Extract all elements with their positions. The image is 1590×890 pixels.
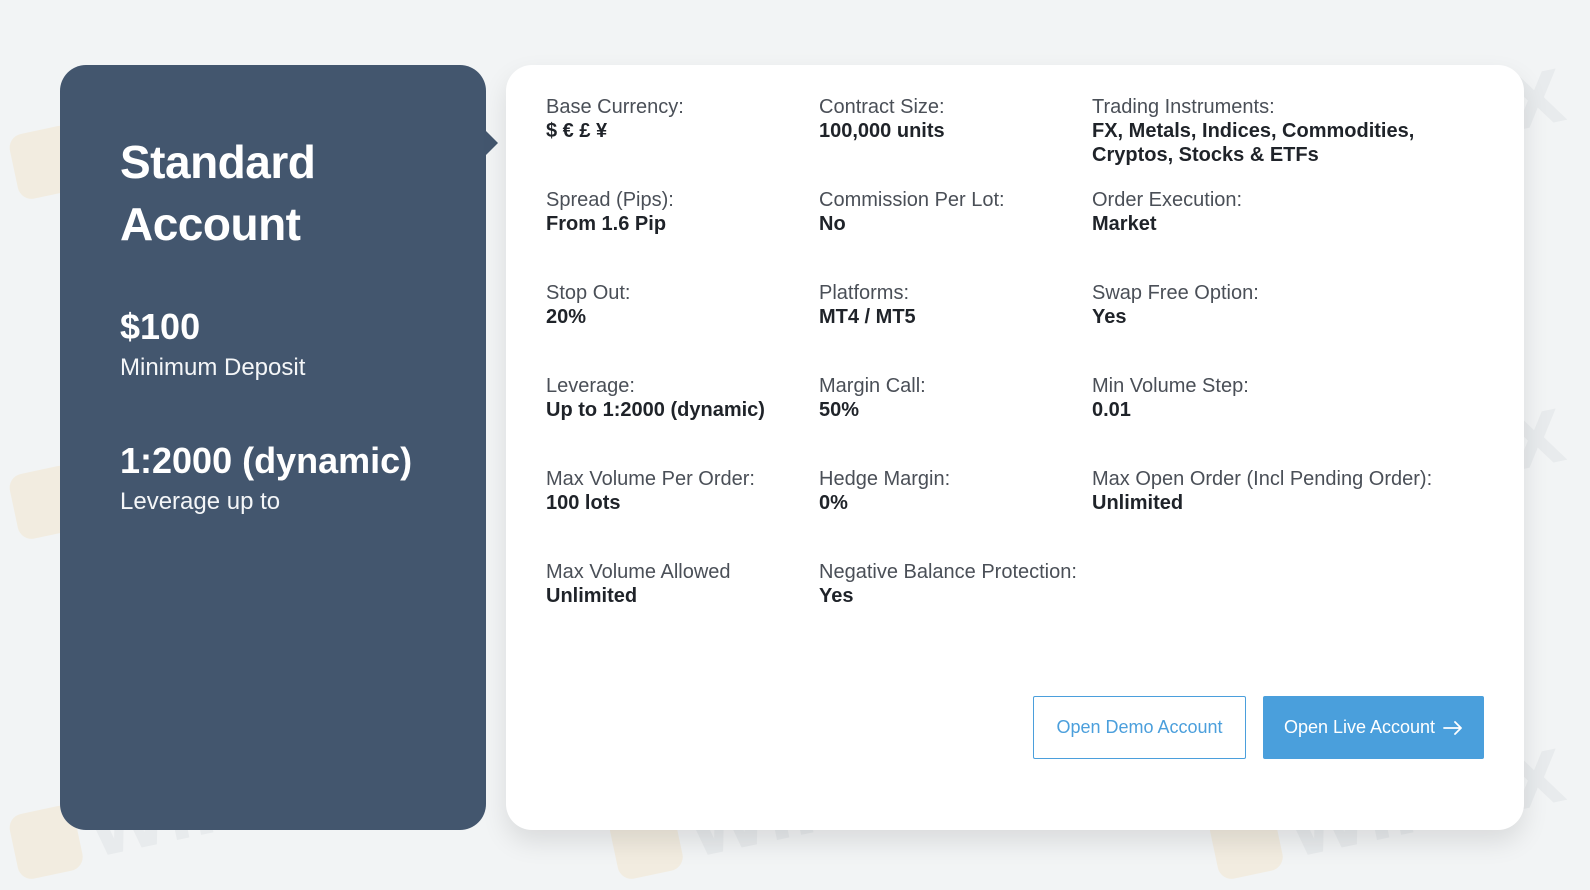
leverage-value: 1:2000 (dynamic) — [120, 440, 413, 481]
spec-label: Platforms: — [819, 282, 910, 304]
open-demo-account-label: Open Demo Account — [1056, 717, 1223, 737]
panel-pointer — [486, 131, 498, 155]
spec-value: Yes — [819, 585, 854, 607]
spec-leverage: Leverage: Up to 1:2000 (dynamic) — [546, 374, 819, 467]
spec-label: Trading Instruments: — [1092, 96, 1275, 118]
spec-label: Max Volume Per Order: — [546, 468, 755, 490]
specs-grid: Base Currency: $ € £ ¥ Contract Size: 10… — [546, 95, 1486, 653]
spec-order-execution: Order Execution: Market — [1092, 188, 1486, 281]
spec-value: 0.01 — [1092, 399, 1131, 421]
spec-hedge-margin: Hedge Margin: 0% — [819, 467, 1092, 560]
spec-label: Leverage: — [546, 375, 635, 397]
open-demo-account-button[interactable]: Open Demo Account — [1033, 696, 1246, 759]
spec-label: Stop Out: — [546, 282, 631, 304]
spec-label: Order Execution: — [1092, 189, 1243, 211]
arrow-right-icon — [1443, 720, 1462, 735]
account-actions: Open Demo Account Open Live Account — [1033, 696, 1484, 759]
spec-label: Min Volume Step: — [1092, 375, 1249, 397]
spec-value: No — [819, 213, 846, 235]
spec-contract-size: Contract Size: 100,000 units — [819, 95, 1092, 188]
spec-label: Base Currency: — [546, 96, 684, 118]
spec-value: 0% — [819, 492, 848, 514]
spec-max-volume-per-order: Max Volume Per Order: 100 lots — [546, 467, 819, 560]
spec-label: Spread (Pips): — [546, 189, 674, 211]
spec-value: Up to 1:2000 (dynamic) — [546, 399, 765, 421]
spec-base-currency: Base Currency: $ € £ ¥ — [546, 95, 819, 188]
spec-value: 100,000 units — [819, 120, 945, 142]
leverage-label: Leverage up to — [120, 488, 281, 515]
open-live-account-label: Open Live Account — [1283, 717, 1436, 737]
spec-platforms: Platforms: MT4 / MT5 — [819, 281, 1092, 374]
spec-value: FX, Metals, Indices, Commodities, Crypto… — [1092, 120, 1415, 166]
account-summary-panel: Standard Account $100 Minimum Deposit 1:… — [60, 65, 498, 830]
spec-label: Margin Call: — [819, 375, 926, 397]
spec-label: Max Volume Allowed — [546, 561, 731, 583]
spec-label: Contract Size: — [819, 96, 945, 118]
spec-label: Commission Per Lot: — [819, 189, 1005, 211]
spec-commission: Commission Per Lot: No — [819, 188, 1092, 281]
account-specs-card: Base Currency: $ € £ ¥ Contract Size: 10… — [506, 65, 1524, 830]
spec-swap-free: Swap Free Option: Yes — [1092, 281, 1486, 374]
spec-label: Max Open Order (Incl Pending Order): — [1092, 468, 1433, 490]
spec-value: From 1.6 Pip — [546, 213, 667, 235]
spec-spread: Spread (Pips): From 1.6 Pip — [546, 188, 819, 281]
spec-value: Market — [1092, 213, 1157, 235]
spec-value: 50% — [819, 399, 860, 421]
spec-label: Negative Balance Protection: — [819, 561, 1077, 583]
spec-label: Hedge Margin: — [819, 468, 951, 490]
spec-value: Unlimited — [1092, 492, 1184, 514]
spec-trading-instruments: Trading Instruments: FX, Metals, Indices… — [1092, 95, 1486, 188]
spec-value: $ € £ ¥ — [546, 120, 608, 142]
spec-value: 100 lots — [546, 492, 621, 514]
spec-value: Unlimited — [546, 585, 638, 607]
spec-stop-out: Stop Out: 20% — [546, 281, 819, 374]
spec-negative-balance-protection: Negative Balance Protection: Yes — [819, 560, 1092, 653]
spec-label: Swap Free Option: — [1092, 282, 1259, 304]
open-live-account-button[interactable]: Open Live Account — [1263, 696, 1484, 759]
spec-value: 20% — [546, 306, 587, 328]
spec-min-volume-step: Min Volume Step: 0.01 — [1092, 374, 1486, 467]
spec-value: MT4 / MT5 — [819, 306, 916, 328]
spec-margin-call: Margin Call: 50% — [819, 374, 1092, 467]
spec-max-open-order: Max Open Order (Incl Pending Order): Unl… — [1092, 467, 1486, 560]
account-title: Standard Account — [120, 136, 316, 250]
minimum-deposit-label: Minimum Deposit — [120, 354, 306, 381]
spec-value: Yes — [1092, 306, 1127, 328]
minimum-deposit-value: $100 — [120, 306, 201, 347]
spec-max-volume-allowed: Max Volume Allowed Unlimited — [546, 560, 819, 653]
